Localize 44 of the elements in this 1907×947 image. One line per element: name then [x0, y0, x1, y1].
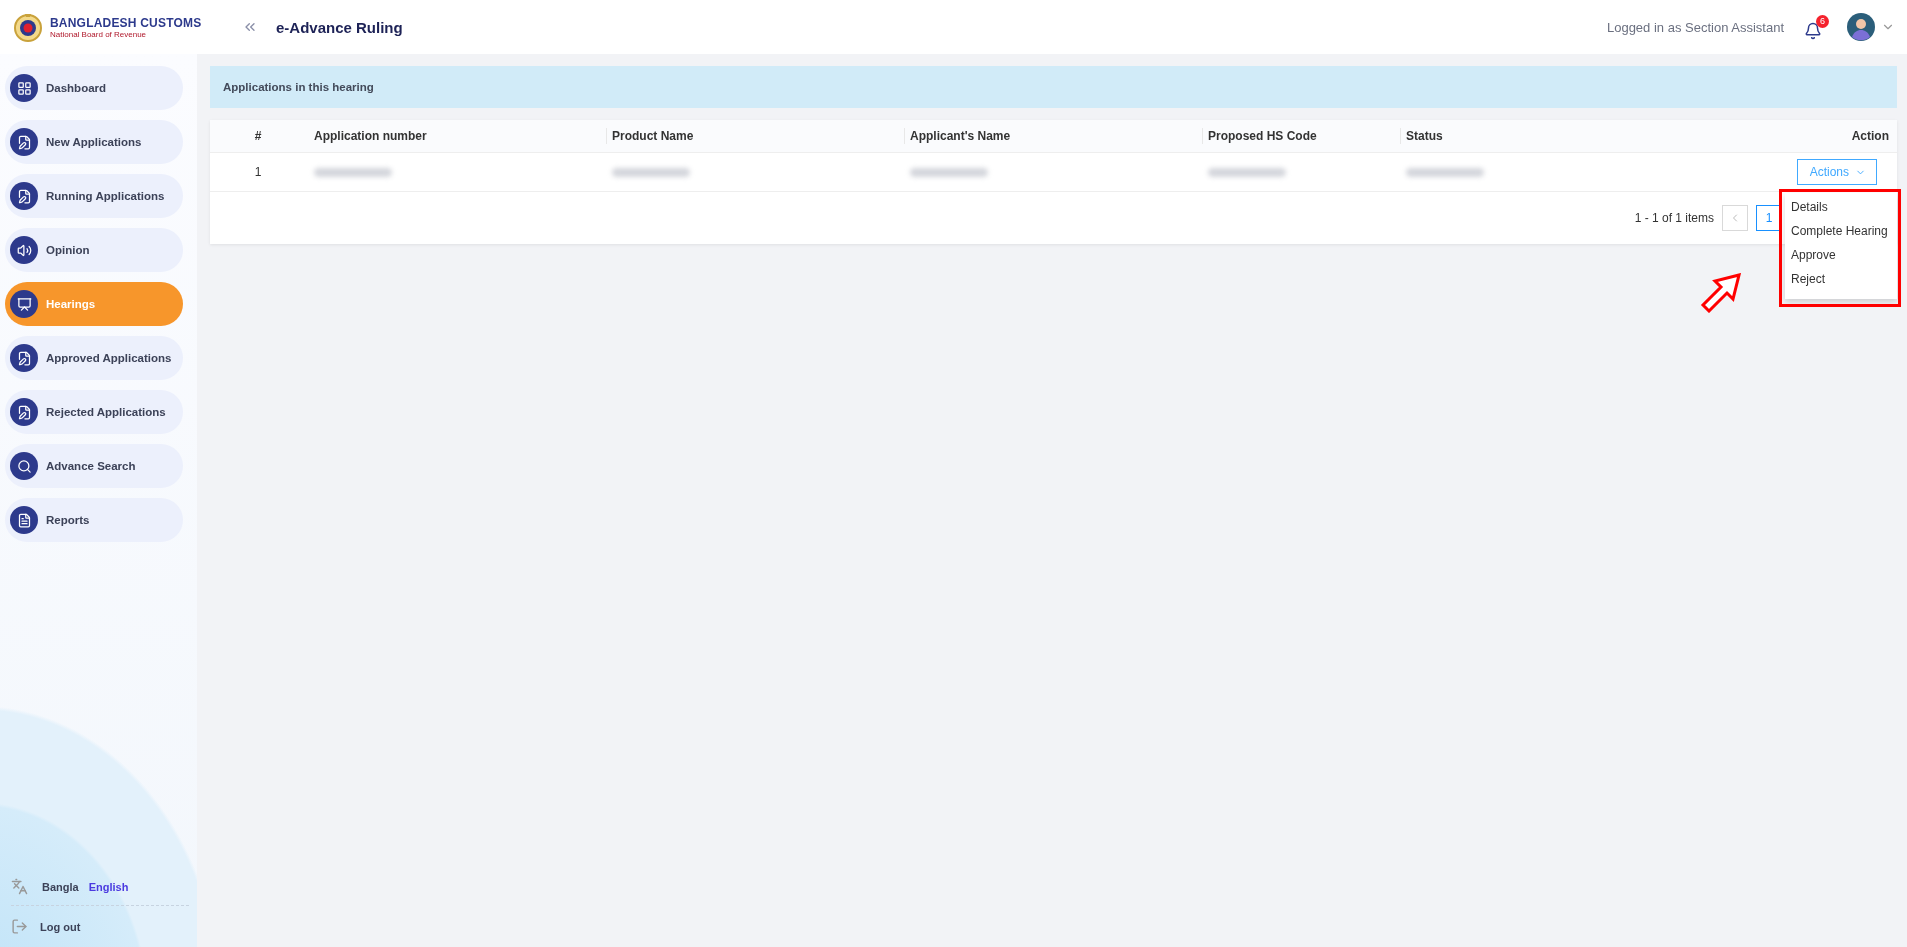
menu-item[interactable]: Reject: [1785, 267, 1897, 291]
customs-emblem-icon: [12, 11, 44, 43]
translate-icon: [11, 878, 28, 895]
document-pen-icon: [10, 398, 38, 426]
search-icon: [10, 452, 38, 480]
logout-button[interactable]: Log out: [11, 906, 81, 939]
pointer-arrow-icon: [1699, 273, 1741, 313]
sidebar-item[interactable]: Approved Applications: [5, 336, 183, 380]
document-icon: [10, 506, 38, 534]
column-header: Application number: [308, 120, 606, 153]
sidebar-item[interactable]: Running Applications: [5, 174, 183, 218]
logout-icon: [11, 918, 28, 935]
notification-count: 6: [1816, 14, 1829, 28]
presentation-icon: [10, 290, 38, 318]
sidebar-item[interactable]: Opinion: [5, 228, 183, 272]
document-pen-icon: [10, 128, 38, 156]
document-pen-icon: [10, 344, 38, 372]
column-header: Product Name: [606, 120, 904, 153]
menu-item[interactable]: Details: [1785, 195, 1897, 219]
column-header: Action: [1598, 120, 1897, 153]
table-cell: 1: [254, 165, 262, 179]
user-avatar[interactable]: [1847, 13, 1875, 41]
sidebar-item[interactable]: New Applications: [5, 120, 183, 164]
speaker-icon: [10, 236, 38, 264]
user-role-label: Logged in as Section Assistant: [1606, 19, 1784, 35]
pagination-summary: 1 - 1 of 1 items: [1634, 211, 1714, 225]
sidebar-item[interactable]: Reports: [5, 498, 183, 542]
section-title: Applications in this hearing: [223, 81, 374, 93]
logo-subtitle: National Board of Revenue: [50, 29, 148, 39]
menu-item[interactable]: Complete Hearing: [1785, 219, 1897, 243]
logo-title: BANGLADESH CUSTOMS: [50, 15, 202, 30]
language-option[interactable]: Bangla: [42, 880, 79, 893]
language-option[interactable]: English: [88, 880, 129, 893]
document-pen-icon: [10, 182, 38, 210]
menu-item[interactable]: Approve: [1785, 243, 1897, 267]
grid-icon: [10, 74, 38, 102]
sidebar-item[interactable]: Dashboard: [5, 66, 183, 110]
sidebar-item[interactable]: Rejected Applications: [5, 390, 183, 434]
column-header: Proposed HS Code: [1202, 120, 1400, 153]
column-header: Applicant's Name: [904, 120, 1202, 153]
column-header: Status: [1400, 120, 1598, 153]
column-header: #: [210, 120, 308, 153]
sidebar-item[interactable]: Advance Search: [5, 444, 183, 488]
app-title: e-Advance Ruling: [276, 18, 404, 36]
